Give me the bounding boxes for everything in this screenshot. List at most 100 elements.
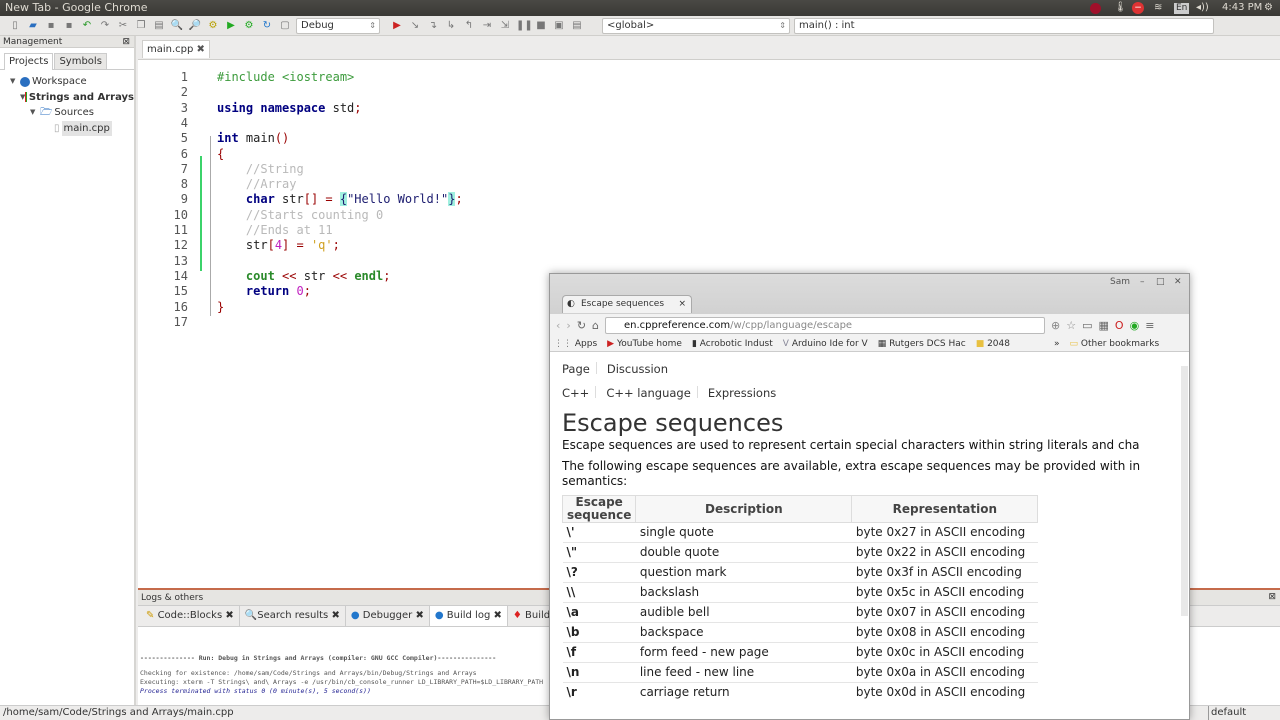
editor-tab-main-cpp[interactable]: main.cpp ✖ <box>142 40 210 58</box>
bookmark-arduino[interactable]: V Arduino Ide for V <box>783 336 868 351</box>
forward-icon[interactable]: › <box>566 319 570 332</box>
stop-icon[interactable]: ■ <box>534 19 548 33</box>
redo-icon[interactable]: ↷ <box>98 19 112 33</box>
thermometer-icon[interactable]: 🌡 <box>1114 0 1127 16</box>
step-into-icon[interactable]: ↳ <box>444 19 458 33</box>
function-select[interactable]: main() : int <box>794 17 1214 34</box>
build-run-icon[interactable]: ⚙ <box>242 19 256 33</box>
home-icon[interactable]: ⌂ <box>592 319 599 332</box>
abort-icon[interactable]: ▢ <box>278 19 292 33</box>
code-line[interactable]: str[4] = 'q'; <box>217 238 340 252</box>
pause-icon[interactable]: ❚❚ <box>516 19 533 33</box>
qr-icon[interactable]: ▦ <box>1099 319 1109 332</box>
build-target-select[interactable]: Debug ⇕ <box>296 17 380 34</box>
chrome-window[interactable]: ◐ Escape sequences × Sam – □ ✕ ‹ › ↻ ⌂ en.… <box>549 273 1190 720</box>
gear-icon[interactable]: ⚙ <box>1264 0 1273 16</box>
run-to-cursor-icon[interactable]: ↘ <box>408 19 422 33</box>
record-icon[interactable] <box>1090 2 1101 14</box>
expand-icon[interactable]: ▼ <box>10 74 20 90</box>
tree-project[interactable]: ▼ Strings and Arrays <box>0 90 134 106</box>
tree-workspace[interactable]: ▼ Workspace <box>0 74 134 90</box>
code-line[interactable]: return 0; <box>217 284 311 298</box>
next-instr-icon[interactable]: ⇥ <box>480 19 494 33</box>
bookmark-acrobotic[interactable]: ▮ Acrobotic Indust <box>692 336 773 351</box>
breadcrumb-cpp[interactable]: C++ <box>562 386 597 400</box>
scope-select[interactable]: <global> ⇕ <box>602 17 790 34</box>
tree-file[interactable]: ▯ main.cpp <box>0 120 134 136</box>
code-line[interactable]: } <box>217 300 224 314</box>
code-line[interactable]: { <box>217 147 224 161</box>
paste-icon[interactable]: ▤ <box>152 19 166 33</box>
close-tab-icon[interactable]: ✖ <box>197 44 205 55</box>
step-out-icon[interactable]: ↰ <box>462 19 476 33</box>
replace-icon[interactable]: 🔎 <box>188 19 202 33</box>
menu-icon[interactable]: ≡ <box>1145 319 1154 332</box>
maximize-button[interactable]: □ <box>1156 277 1165 287</box>
close-tab-icon[interactable]: × <box>678 296 686 313</box>
close-icon[interactable]: ✖ <box>225 610 233 621</box>
discussion-tab[interactable]: Discussion <box>607 362 674 376</box>
scrollbar[interactable] <box>1181 366 1188 616</box>
volume-icon[interactable]: ◂)) <box>1196 0 1209 16</box>
no-entry-icon[interactable]: − <box>1132 2 1144 14</box>
open-icon[interactable]: ▰ <box>26 19 40 33</box>
code-line[interactable]: //Array <box>217 177 297 191</box>
tab-projects[interactable]: Projects <box>4 53 54 70</box>
more-bookmarks[interactable]: » <box>1054 336 1060 351</box>
code-line[interactable]: int main() <box>217 131 289 145</box>
build-icon[interactable]: ⚙ <box>206 19 220 33</box>
reload-icon[interactable]: ↻ <box>577 319 586 332</box>
close-button[interactable]: ✕ <box>1174 277 1182 287</box>
close-icon[interactable]: ✖ <box>493 610 501 621</box>
save-icon[interactable]: ▪ <box>44 19 58 33</box>
page-tab[interactable]: Page <box>562 362 597 376</box>
expand-icon[interactable]: ▼ <box>30 105 40 121</box>
tab-symbols[interactable]: Symbols <box>54 53 107 69</box>
debug-icon[interactable]: ▶ <box>390 19 404 33</box>
code-line[interactable]: #include <iostream> <box>217 70 354 84</box>
info-icon[interactable]: ▤ <box>570 19 584 33</box>
breadcrumb-language[interactable]: C++ language <box>606 386 698 400</box>
undo-icon[interactable]: ↶ <box>80 19 94 33</box>
keyboard-lang[interactable]: En <box>1174 2 1190 14</box>
close-icon[interactable]: ✖ <box>415 610 423 621</box>
bookmark-rutgers[interactable]: ▦ Rutgers DCS Hac <box>878 336 966 351</box>
code-line[interactable]: //Ends at 11 <box>217 223 333 237</box>
close-icon[interactable]: ⊠ <box>122 36 130 48</box>
step-instr-icon[interactable]: ⇲ <box>498 19 512 33</box>
zoom-icon[interactable]: ⊕ <box>1051 319 1060 332</box>
code-line[interactable]: //String <box>217 162 304 176</box>
back-icon[interactable]: ‹ <box>556 319 560 332</box>
extension-icon[interactable]: ◉ <box>1130 319 1140 332</box>
rebuild-icon[interactable]: ↻ <box>260 19 274 33</box>
close-icon[interactable]: ✖ <box>331 610 339 621</box>
code-line[interactable]: //Starts counting 0 <box>217 208 383 222</box>
tab-search-results[interactable]: 🔍Search results ✖ <box>240 606 346 626</box>
save-all-icon[interactable]: ▪ <box>62 19 76 33</box>
bookmark-youtube[interactable]: ▶ YouTube home <box>607 336 682 351</box>
tab-debugger[interactable]: ● Debugger ✖ <box>346 606 430 626</box>
address-bar[interactable]: en.cppreference.com/w/cpp/language/escap… <box>605 316 1046 334</box>
next-line-icon[interactable]: ↴ <box>426 19 440 33</box>
debug-windows-icon[interactable]: ▣ <box>552 19 566 33</box>
code-line[interactable]: char str[] = {"Hello World!"}; <box>217 192 463 207</box>
cast-icon[interactable]: ▭ <box>1082 319 1092 332</box>
wifi-icon[interactable]: ≋ <box>1154 0 1162 16</box>
code-line[interactable]: cout << str << endl; <box>217 269 391 283</box>
cut-icon[interactable]: ✂ <box>116 19 130 33</box>
opera-extension-icon[interactable]: O <box>1115 319 1124 332</box>
tab-codeblocks[interactable]: ✎ Code::Blocks ✖ <box>141 606 240 626</box>
bookmark-apps[interactable]: ⋮⋮ Apps <box>554 336 597 351</box>
profile-name[interactable]: Sam <box>1110 277 1130 287</box>
close-icon[interactable]: ⊠ <box>1268 592 1276 602</box>
new-file-icon[interactable]: ▯ <box>8 19 22 33</box>
code-line[interactable]: using namespace std; <box>217 101 362 115</box>
find-icon[interactable]: 🔍 <box>170 19 184 33</box>
run-icon[interactable]: ▶ <box>224 19 238 33</box>
bookmark-2048[interactable]: ■ 2048 <box>976 336 1010 351</box>
tab-build-log[interactable]: ● Build log ✖ <box>429 606 508 626</box>
bookmark-star-icon[interactable]: ☆ <box>1066 319 1076 332</box>
copy-icon[interactable]: ❐ <box>134 19 148 33</box>
clock[interactable]: 4:43 PM <box>1222 0 1262 16</box>
bookmark-other[interactable]: ▭ Other bookmarks <box>1070 336 1160 351</box>
